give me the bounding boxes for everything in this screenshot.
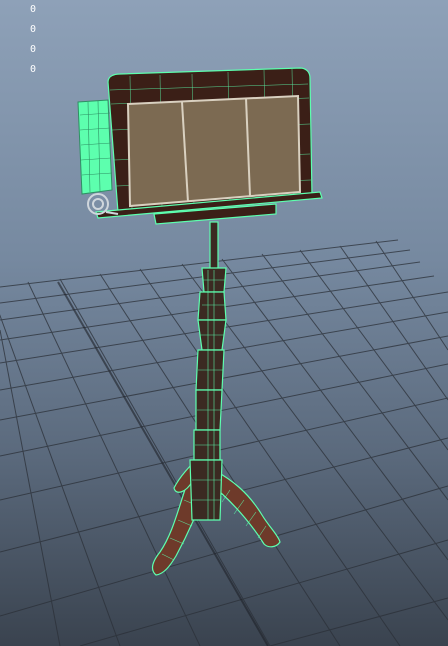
music-stand-mesh[interactable] — [77, 67, 323, 576]
desk-panel — [126, 94, 302, 208]
3d-viewport[interactable] — [0, 0, 448, 646]
